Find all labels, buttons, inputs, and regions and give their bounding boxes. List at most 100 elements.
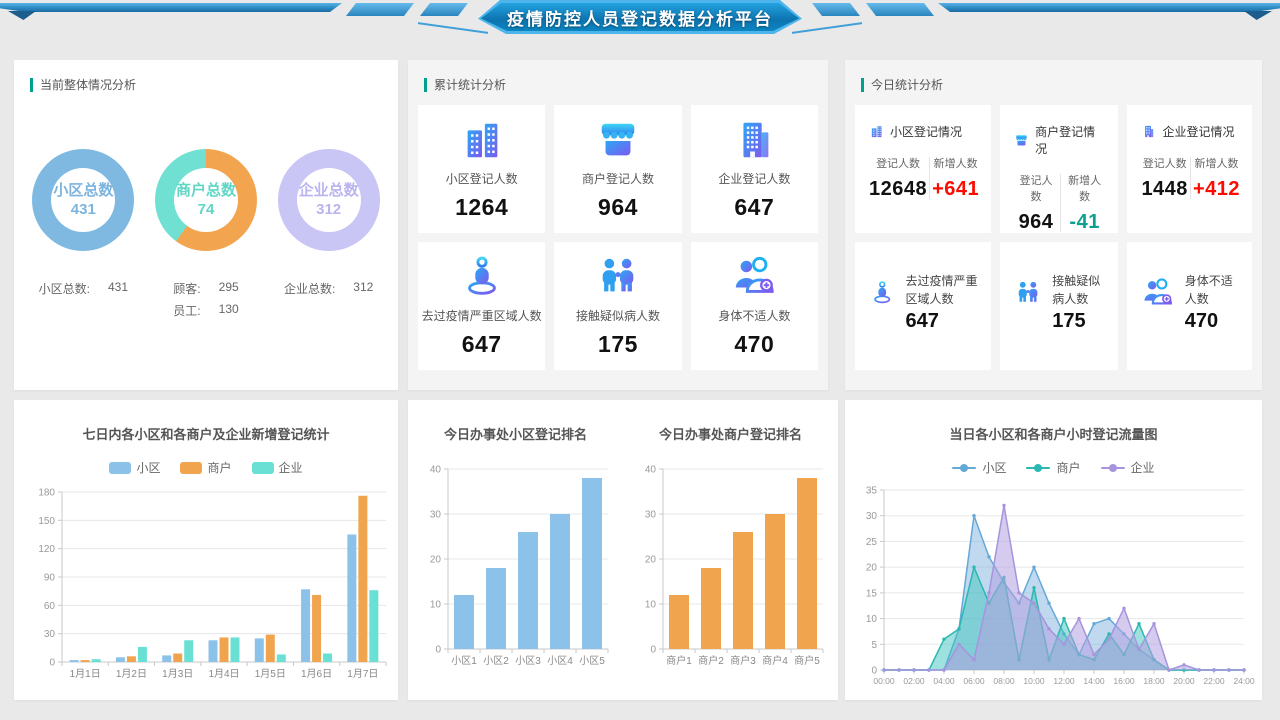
two-people-icon <box>1018 281 1038 302</box>
registered-count: 1448 <box>1141 178 1188 200</box>
svg-text:30: 30 <box>644 510 656 521</box>
svg-text:18:00: 18:00 <box>1143 676 1165 686</box>
title-banner: 疫情防控人员登记数据分析平台 <box>478 0 802 34</box>
svg-text:00:00: 00:00 <box>873 676 895 686</box>
svg-text:1月6日: 1月6日 <box>301 668 332 680</box>
community-ranking-bar-chart[interactable]: 0 10 20 30 40 小区1 小区2 小区3 小区4 小区5 <box>408 461 623 673</box>
page-title: 疫情防控人员登记数据分析平台 <box>507 9 773 29</box>
svg-text:商户5: 商户5 <box>794 654 820 667</box>
office-icon <box>1145 125 1154 138</box>
section-title-today: 今日统计分析 <box>845 60 1262 93</box>
stat-card-community-total: 小区登记人数 1264 <box>418 105 546 233</box>
new-count: +641 <box>932 178 980 200</box>
header-tip-right <box>1244 11 1272 20</box>
svg-text:小区4: 小区4 <box>547 655 573 667</box>
people-plus-icon <box>734 256 774 293</box>
donut-label: 企业总数 <box>298 181 359 199</box>
section-title-cumulative: 累计统计分析 <box>408 60 828 93</box>
legend-item[interactable]: 小区 <box>952 459 1006 476</box>
weekly-bar-chart[interactable]: 0 30 60 90 120 150 180 1月1日 1月2日 1月3日 1月4日 1月5日 1月6日… <box>14 484 398 688</box>
panel-overall: 当前整体情况分析 小区总数 431 小区总数: 431 商户总数 74 顾客: … <box>14 60 398 390</box>
svg-text:24:00: 24:00 <box>1233 676 1255 686</box>
two-people-icon <box>602 258 634 292</box>
stat-card-visited-area: 去过疫情严重区域人数 647 <box>418 242 546 370</box>
new-count: +412 <box>1192 178 1240 200</box>
chart-title: 今日办事处小区登记排名 <box>443 427 587 442</box>
donut-value: 431 <box>70 201 96 218</box>
panel-cumulative: 累计统计分析 小区登记人数 1264 商户登记人数 964 企业登记人数 647… <box>408 60 828 390</box>
chart-title: 今日办事处商户登记排名 <box>658 427 802 442</box>
merchant-ranking-bar-chart[interactable]: 0 10 20 30 40 商户1 商户2 商户3 商户4 商户5 <box>623 461 838 673</box>
svg-text:08:00: 08:00 <box>993 676 1015 686</box>
registered-count: 964 <box>1018 211 1054 233</box>
today-card-merchant: 商户登记情况 登记人数 964 新增人数 -41 <box>1000 105 1119 233</box>
svg-text:商户3: 商户3 <box>730 654 756 667</box>
svg-text:120: 120 <box>38 544 55 555</box>
svg-text:20: 20 <box>644 555 656 566</box>
shop-icon <box>1016 134 1027 145</box>
panel-hourly-flow: 当日各小区和各商户小时登记流量图 小区 商户 企业 0 5 10 15 20 25 30 35 00… <box>845 400 1262 700</box>
stat-card-unwell: 身体不适人数 470 <box>690 242 818 370</box>
merchant-ranking-section: 今日办事处商户登记排名 0 10 20 30 40 商户1 商户2 商户3 商户4 商户5 <box>623 400 838 673</box>
stat-card-enterprise-total: 企业登记人数 647 <box>690 105 818 233</box>
header-tip-left <box>8 11 36 20</box>
svg-text:04:00: 04:00 <box>933 676 955 686</box>
svg-text:25: 25 <box>865 537 877 548</box>
svg-text:1月1日: 1月1日 <box>70 668 101 680</box>
legend-item[interactable]: 小区 <box>109 459 160 476</box>
header-bar-right <box>938 3 1280 12</box>
chart-title: 当日各小区和各商户小时登记流量图 <box>949 427 1158 442</box>
svg-text:30: 30 <box>429 510 441 521</box>
community-ranking-section: 今日办事处小区登记排名 0 10 20 30 40 小区1 小区2 小区3 小区4 小区5 <box>408 400 623 673</box>
svg-text:1月4日: 1月4日 <box>208 668 239 680</box>
svg-text:0: 0 <box>650 645 656 656</box>
donut-merchant: 商户总数 74 顾客: 295 员工: 130 <box>146 149 266 319</box>
svg-text:06:00: 06:00 <box>963 676 985 686</box>
building-icon <box>467 123 497 158</box>
today-card-community: 小区登记情况 登记人数 12648 新增人数 +641 <box>855 105 992 233</box>
svg-text:1月5日: 1月5日 <box>255 668 286 680</box>
svg-text:1月7日: 1月7日 <box>347 668 378 680</box>
enterprise-donut-chart[interactable]: 企业总数 312 <box>277 149 380 251</box>
header-chevron <box>812 3 860 16</box>
svg-text:0: 0 <box>49 658 55 669</box>
svg-text:0: 0 <box>435 645 441 656</box>
svg-text:1月2日: 1月2日 <box>116 668 147 680</box>
today-card-unwell: 身体不适人数 470 <box>1127 242 1252 370</box>
svg-text:小区1: 小区1 <box>451 655 477 667</box>
hourly-flow-area-chart[interactable]: 0 5 10 15 20 25 30 35 00:00 02:00 04:00 06:00 08:00 1… <box>845 484 1262 690</box>
stat-card-contact-suspected: 接触疑似病人数 175 <box>554 242 682 370</box>
title-marker <box>30 77 33 92</box>
merchant-donut-chart[interactable]: 商户总数 74 <box>154 149 257 251</box>
donut-value: 74 <box>197 201 215 218</box>
svg-text:40: 40 <box>429 465 441 476</box>
svg-text:14:00: 14:00 <box>1083 676 1105 686</box>
panel-today: 今日统计分析 小区登记情况 登记人数 12648 新增人数 +641 商户登记情况 … <box>845 60 1262 390</box>
legend-item[interactable]: 商户 <box>1026 459 1081 476</box>
svg-text:20: 20 <box>429 555 441 566</box>
community-donut-chart[interactable]: 小区总数 431 <box>32 149 135 251</box>
people-plus-icon <box>1143 278 1173 305</box>
person-location-icon <box>874 281 891 304</box>
header-chevron <box>420 3 468 16</box>
shop-icon <box>601 123 635 156</box>
svg-text:小区2: 小区2 <box>483 655 509 667</box>
svg-text:小区3: 小区3 <box>515 655 541 667</box>
svg-text:15: 15 <box>865 588 877 599</box>
svg-text:1月3日: 1月3日 <box>162 668 193 680</box>
legend-item[interactable]: 商户 <box>180 459 232 476</box>
weekly-chart-legend: 小区 商户 企业 <box>14 459 398 476</box>
legend-item[interactable]: 企业 <box>251 459 303 476</box>
svg-text:5: 5 <box>871 640 877 651</box>
legend-item[interactable]: 企业 <box>1100 459 1155 476</box>
building-icon <box>871 126 882 138</box>
today-card-visited-area: 去过疫情严重区域人数 647 <box>855 242 992 370</box>
svg-text:150: 150 <box>38 516 55 527</box>
svg-text:30: 30 <box>865 511 877 522</box>
header-chevron <box>346 3 414 16</box>
svg-text:22:00: 22:00 <box>1203 676 1225 686</box>
svg-text:商户1: 商户1 <box>666 654 692 667</box>
donut-label: 商户总数 <box>175 181 236 199</box>
today-card-enterprise: 企业登记情况 登记人数 1448 新增人数 +412 <box>1127 105 1252 233</box>
donut-enterprise: 企业总数 312 企业总数: 312 <box>269 149 389 319</box>
